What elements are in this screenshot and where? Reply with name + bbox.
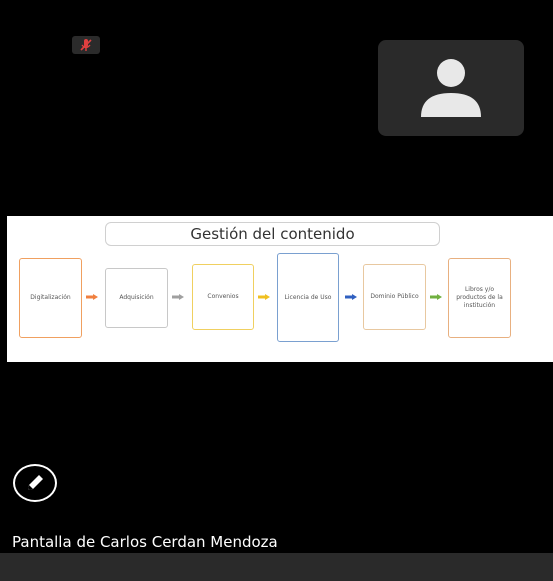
arrow-5 [430, 294, 442, 300]
step-box-5: Dominio Público [363, 264, 426, 330]
step-box-2: Adquisición [105, 268, 168, 328]
arrow-2 [172, 294, 184, 300]
step-box-1: Digitalización [19, 258, 82, 338]
mic-muted-icon[interactable] [72, 36, 100, 54]
slide-title: Gestión del contenido [105, 222, 440, 246]
meeting-screen: Gestión del contenido Digitalización Adq… [0, 0, 553, 581]
annotate-button[interactable] [13, 464, 57, 502]
step-box-4: Licencia de Uso [277, 253, 339, 342]
screen-share-label: Pantalla de Carlos Cerdan Mendoza [12, 533, 278, 551]
arrow-1 [86, 294, 98, 300]
arrow-3 [258, 294, 270, 300]
self-view-tile[interactable] [378, 40, 524, 136]
pen-icon [28, 475, 43, 490]
step-box-3: Convenios [192, 264, 254, 330]
arrow-4 [345, 294, 357, 300]
step-box-6: Libros y/o productos de la institución [448, 258, 511, 338]
shared-slide: Gestión del contenido Digitalización Adq… [7, 216, 553, 362]
person-avatar-icon [421, 59, 481, 117]
bottom-bar [0, 553, 553, 581]
